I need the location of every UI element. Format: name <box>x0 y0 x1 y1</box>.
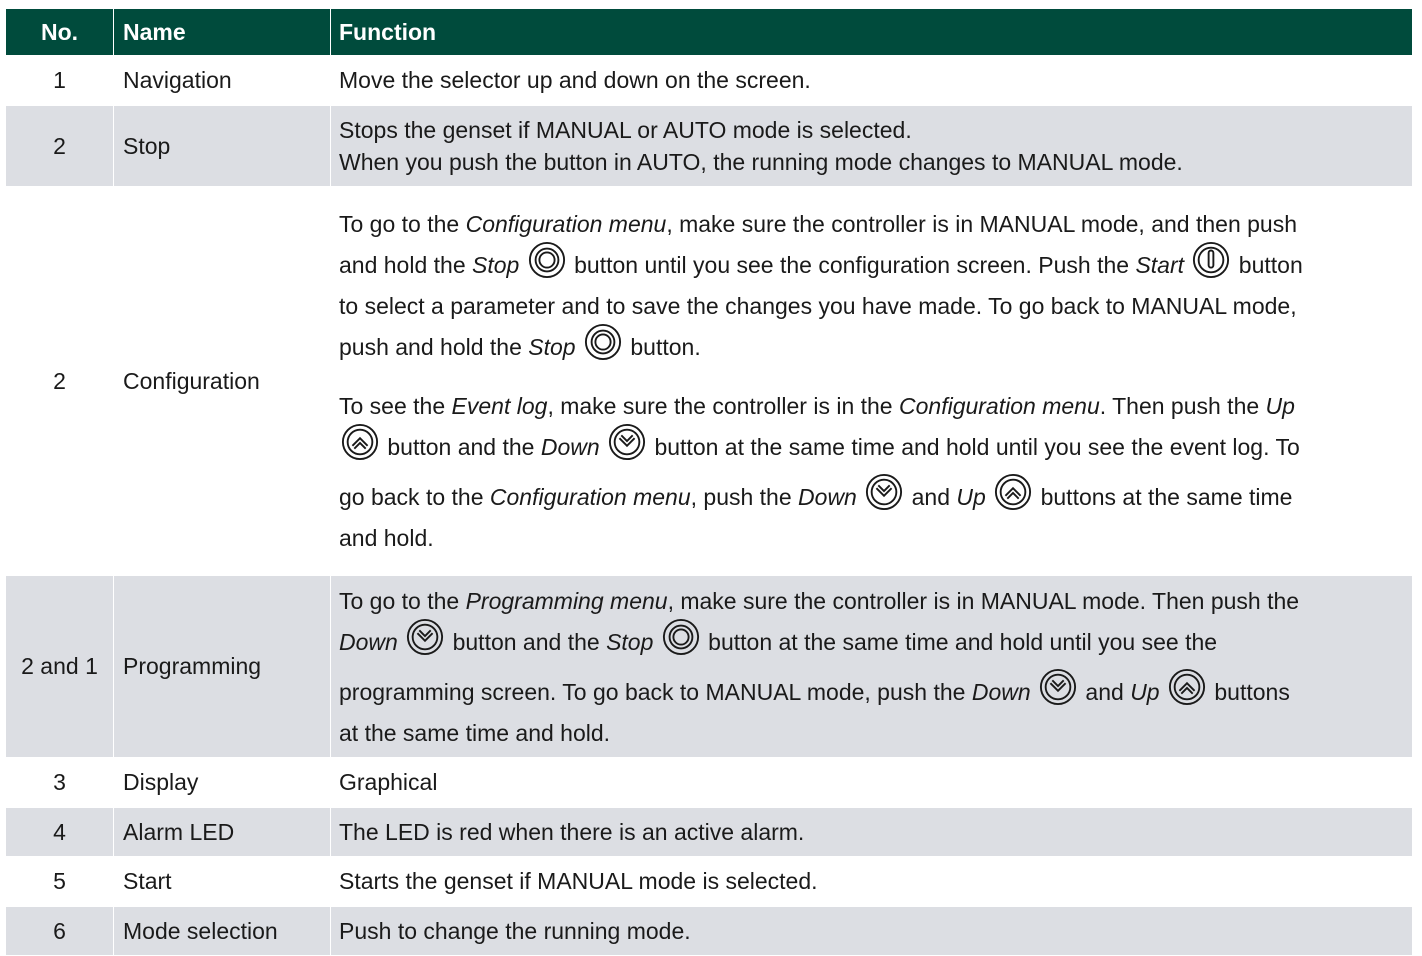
row-function: Stops the genset if MANUAL or AUTO mode … <box>331 106 1412 186</box>
up-button-icon <box>1168 668 1206 706</box>
function-text: button and the Down button at the same t… <box>339 422 1303 472</box>
function-text: to select a parameter and to save the ch… <box>339 293 1297 319</box>
row-name: Navigation <box>114 56 331 105</box>
row-no: 5 <box>6 857 114 906</box>
function-line: When you push the button in AUTO, the ru… <box>339 149 1183 175</box>
row-function: The LED is red when there is an active a… <box>339 818 805 845</box>
row-no: 4 <box>6 808 114 856</box>
down-button-icon <box>865 473 903 511</box>
function-text: and hold. <box>339 525 434 551</box>
row-name: Programming <box>114 576 331 757</box>
stop-button-icon <box>584 323 622 361</box>
row-function: To go to the Programming menu, make sure… <box>331 576 1412 757</box>
table-row: 3 Display Graphical <box>6 758 1412 808</box>
up-button-icon <box>994 473 1032 511</box>
header-name: Name <box>114 9 331 55</box>
function-text: To see the Event log, make sure the cont… <box>339 393 1295 419</box>
row-no: 3 <box>6 758 114 807</box>
down-button-icon <box>1039 668 1077 706</box>
function-text: push and hold the Stop button. <box>339 322 1303 372</box>
function-text: programming screen. To go back to MANUAL… <box>339 667 1299 717</box>
up-button-icon <box>341 423 379 461</box>
table-row: 2 and 1 Programming To go to the Program… <box>6 576 1412 758</box>
start-button-icon <box>1192 241 1230 279</box>
row-name: Display <box>114 758 331 807</box>
header-no: No. <box>6 9 114 55</box>
stop-button-icon <box>662 618 700 656</box>
row-no: 6 <box>6 907 114 955</box>
function-text: Down button and the Stop button at the s… <box>339 617 1299 667</box>
table-row: 6 Mode selection Push to change the runn… <box>6 907 1412 956</box>
function-text: at the same time and hold. <box>339 719 611 746</box>
function-text: go back to the Configuration menu, push … <box>339 472 1303 522</box>
row-no: 2 <box>6 187 114 575</box>
row-name: Start <box>114 857 331 906</box>
controls-table: No. Name Function 1 Navigation Move the … <box>6 9 1412 956</box>
row-function: Graphical <box>339 769 438 795</box>
down-button-icon <box>608 423 646 461</box>
function-text: To go to the Configuration menu, make su… <box>339 211 1298 237</box>
table-row: 5 Start Starts the genset if MANUAL mode… <box>6 857 1412 907</box>
table-row: 2 Stop Stops the genset if MANUAL or AUT… <box>6 106 1412 187</box>
row-function: Starts the genset if MANUAL mode is sele… <box>339 868 818 894</box>
down-button-icon <box>406 618 444 656</box>
function-text: and hold the Stop button until you see t… <box>339 240 1303 290</box>
row-name: Stop <box>114 106 331 186</box>
row-name: Configuration <box>114 187 331 575</box>
row-function: To go to the Configuration menu, make su… <box>331 187 1412 575</box>
stop-button-icon <box>528 241 566 279</box>
table-header: No. Name Function <box>6 9 1412 56</box>
row-no: 1 <box>6 56 114 105</box>
function-line: Stops the genset if MANUAL or AUTO mode … <box>339 117 912 143</box>
row-function: Push to change the running mode. <box>339 917 691 944</box>
row-no: 2 <box>6 106 114 186</box>
table-row: 2 Configuration To go to the Configurati… <box>6 187 1412 576</box>
header-function: Function <box>339 18 437 45</box>
table-row: 4 Alarm LED The LED is red when there is… <box>6 808 1412 857</box>
function-text: To go to the Programming menu, make sure… <box>339 587 1300 614</box>
table-row: 1 Navigation Move the selector up and do… <box>6 56 1412 106</box>
row-no: 2 and 1 <box>6 576 114 757</box>
row-name: Mode selection <box>114 907 331 955</box>
row-function: Move the selector up and down on the scr… <box>339 67 811 93</box>
row-name: Alarm LED <box>114 808 331 856</box>
